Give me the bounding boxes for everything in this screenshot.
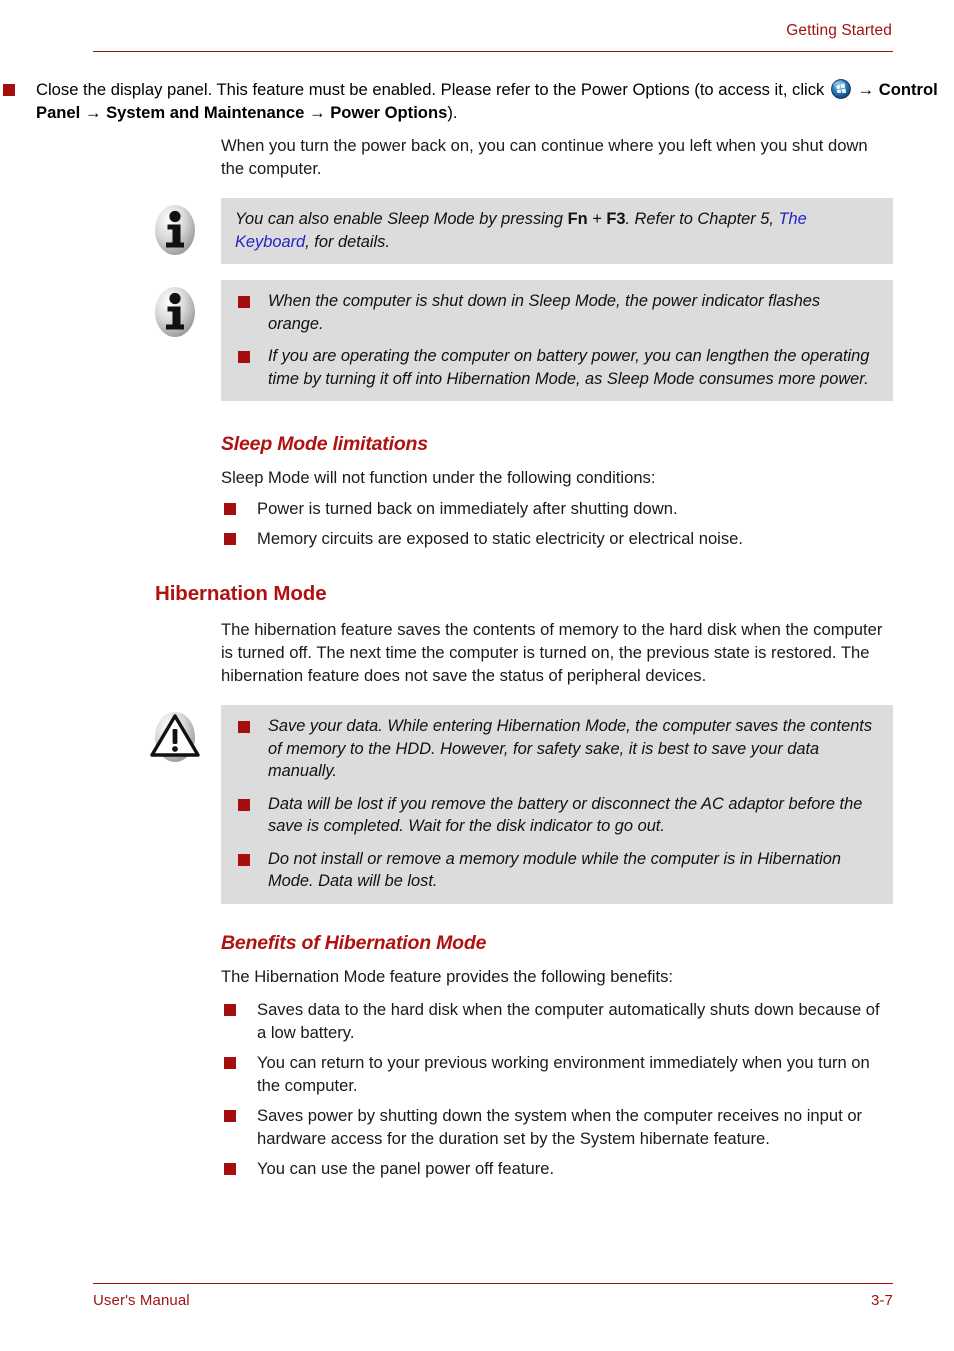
list-item: Memory circuits are exposed to static el…: [221, 527, 893, 550]
bullet-square-icon: [224, 1162, 236, 1175]
list-item: When the computer is shut down in Sleep …: [235, 290, 879, 335]
note-text-c: , for details.: [305, 232, 390, 251]
bullet-square-icon: [238, 853, 250, 866]
note-bullet-text: If you are operating the computer on bat…: [268, 347, 870, 388]
intro-paragraph-wrap: When you turn the power back on, you can…: [221, 134, 893, 180]
bullet-square-icon: [238, 721, 250, 733]
footer-divider: [93, 1283, 893, 1284]
page-footer: User's Manual 3-7: [93, 1292, 893, 1309]
caution-bullet-list: Save your data. While entering Hibernati…: [235, 715, 879, 893]
caution-box-hibernation: Save your data. While entering Hibernati…: [150, 705, 893, 904]
note-bullet-list: When the computer is shut down in Sleep …: [235, 290, 879, 390]
bullet-square-icon: [224, 1003, 236, 1016]
list-item: Saves power by shutting down the system …: [221, 1104, 893, 1150]
intro-bullet-list: Close the display panel. This feature mu…: [0, 78, 954, 124]
list-item-text: Saves data to the hard disk when the com…: [257, 999, 880, 1042]
list-item: Save your data. While entering Hibernati…: [235, 715, 879, 783]
caution-triangle-icon: [147, 709, 203, 765]
list-item: Saves data to the hard disk when the com…: [221, 998, 893, 1044]
list-item-text: Memory circuits are exposed to static el…: [257, 529, 743, 548]
bullet-square-icon: [224, 503, 236, 515]
intro-arrow-2: →: [80, 103, 107, 122]
section-heading-benefits: Benefits of Hibernation Mode: [221, 931, 487, 954]
caution-bullet-text: Data will be lost if you remove the batt…: [268, 794, 863, 836]
caution-bullet-text: Do not install or remove a memory module…: [268, 849, 842, 891]
windows-start-orb-icon: [831, 79, 851, 99]
note-key-f3: F3: [606, 210, 626, 228]
page-content: Close the display panel. This feature mu…: [0, 78, 954, 1180]
benefits-section: Benefits of Hibernation Mode The Hiberna…: [221, 932, 893, 1180]
list-item-text: You can use the panel power off feature.: [257, 1158, 555, 1178]
list-item: Close the display panel. This feature mu…: [0, 78, 954, 124]
benefits-list: Saves data to the hard disk when the com…: [221, 998, 893, 1180]
intro-bold-power-options: Power Options: [330, 103, 448, 122]
sleep-limitations-section: Sleep Mode limitations Sleep Mode will n…: [221, 433, 893, 550]
note-text-b: . Refer to Chapter 5,: [625, 210, 779, 228]
sleep-limitations-intro: Sleep Mode will not function under the f…: [221, 468, 656, 487]
caution-bullet-text: Save your data. While entering Hibernati…: [268, 717, 873, 780]
footer-page-number: 3-7: [871, 1292, 893, 1309]
note-bullet-text: When the computer is shut down in Sleep …: [268, 292, 821, 333]
list-item: Power is turned back on immediately afte…: [221, 497, 893, 520]
intro-arrow-3: →: [304, 103, 331, 122]
intro-paragraph: When you turn the power back on, you can…: [221, 136, 868, 178]
footer-manual-label: User's Manual: [93, 1292, 190, 1309]
note-text: You can also enable Sleep Mode by pressi…: [235, 208, 879, 253]
note-plus: +: [587, 210, 607, 228]
list-item: You can return to your previous working …: [221, 1051, 893, 1097]
page-header: Getting Started: [93, 22, 893, 40]
section-heading-sleep-limitations: Sleep Mode limitations: [221, 433, 428, 455]
bullet-square-icon: [3, 84, 15, 96]
bullet-square-icon: [238, 351, 250, 363]
bullet-square-icon: [224, 1109, 236, 1122]
header-title: Getting Started: [786, 22, 892, 39]
list-item: Do not install or remove a memory module…: [235, 848, 879, 893]
manual-page: Getting Started Close the display panel.…: [0, 0, 954, 1351]
list-item: Data will be lost if you remove the batt…: [235, 793, 879, 838]
section-heading-hibernation-mode: Hibernation Mode: [155, 582, 327, 605]
note-key-fn: Fn: [567, 210, 588, 228]
list-item-text: Power is turned back on immediately afte…: [257, 499, 678, 518]
bullet-square-icon: [224, 533, 236, 545]
info-icon: [147, 202, 203, 258]
intro-bold-system-maintenance: System and Maintenance: [106, 103, 305, 122]
bullet-square-icon: [238, 296, 250, 308]
list-item: If you are operating the computer on bat…: [235, 345, 879, 390]
sleep-limitations-list: Power is turned back on immediately afte…: [221, 497, 893, 550]
header-divider: [93, 51, 893, 52]
hibernation-paragraph: The hibernation feature saves the conten…: [221, 620, 883, 685]
bullet-square-icon: [224, 1056, 236, 1069]
note-text-a: You can also enable Sleep Mode by pressi…: [235, 210, 568, 228]
bullet-square-icon: [238, 798, 250, 811]
intro-arrow-1: →: [852, 80, 879, 99]
note-box-sleep-shortcut: You can also enable Sleep Mode by pressi…: [155, 198, 893, 264]
hibernation-paragraph-wrap: The hibernation feature saves the conten…: [221, 618, 893, 687]
note-box-sleep-indicator: When the computer is shut down in Sleep …: [155, 280, 893, 401]
info-icon: [147, 284, 203, 340]
list-item: You can use the panel power off feature.: [221, 1157, 893, 1180]
list-item-text: You can return to your previous working …: [257, 1052, 870, 1095]
intro-text-part1: Close the display panel. This feature mu…: [36, 80, 829, 99]
intro-text-end: ).: [447, 103, 458, 122]
list-item-text: Saves power by shutting down the system …: [257, 1105, 863, 1148]
benefits-intro: The Hibernation Mode feature provides th…: [221, 966, 673, 986]
